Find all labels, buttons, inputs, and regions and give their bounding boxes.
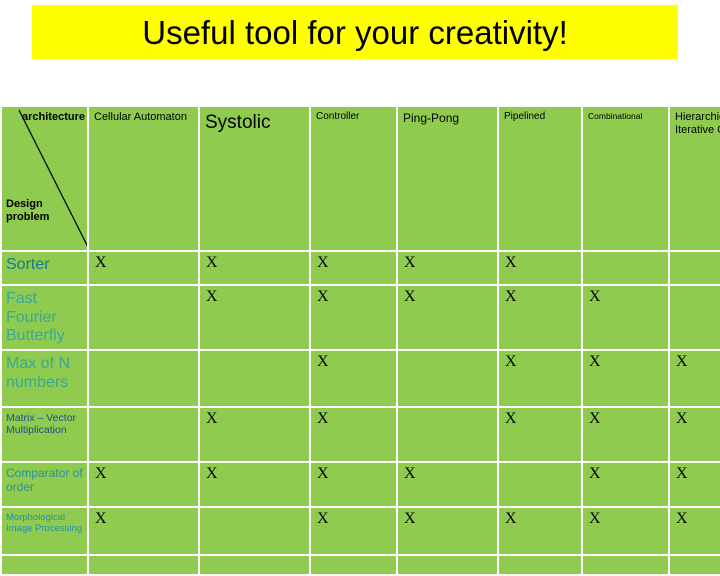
column-header-controller: Controller <box>311 107 396 250</box>
cell-partial-combinational <box>583 556 668 574</box>
cell-morphological-cellular-automaton: X <box>89 508 198 554</box>
cell-comparator-combinational: X <box>583 463 668 506</box>
cell-maxn-systolic <box>200 351 309 406</box>
cell-partial-hierarchical <box>670 556 720 574</box>
row-label-sorter: Sorter <box>2 252 87 284</box>
cell-maxn-controller: X <box>311 351 396 406</box>
cell-maxn-cellular-automaton <box>89 351 198 406</box>
cell-comparator-cellular-automaton: X <box>89 463 198 506</box>
table-row: Sorter X X X X X <box>2 252 720 284</box>
table-header-row: architecture Design problem Cellular Aut… <box>2 107 720 250</box>
table-row <box>2 556 720 574</box>
cell-maxn-combinational: X <box>583 351 668 406</box>
cell-fft-systolic: X <box>200 286 309 349</box>
cell-partial-cellular-automaton <box>89 556 198 574</box>
cell-partial-ping-pong <box>398 556 497 574</box>
cell-sorter-ping-pong: X <box>398 252 497 284</box>
column-header-hierarchical-iterative-circuit: Hierarchical Iterative Circuit <box>670 107 720 250</box>
cell-morphological-pipelined: X <box>499 508 581 554</box>
table-row: Comparator of order X X X X X X <box>2 463 720 506</box>
cell-partial-systolic <box>200 556 309 574</box>
cell-matrix-ping-pong <box>398 408 497 461</box>
table-row: Fast Fourier Butterfly X X X X X <box>2 286 720 349</box>
row-label-max-of-n-numbers: Max of N numbers <box>2 351 87 406</box>
column-header-systolic: Systolic <box>200 107 309 250</box>
table-row: Matrix – Vector Multiplication X X X X X <box>2 408 720 461</box>
cell-comparator-systolic: X <box>200 463 309 506</box>
cell-comparator-hierarchical: X <box>670 463 720 506</box>
cell-fft-pipelined: X <box>499 286 581 349</box>
column-header-pipelined: Pipelined <box>499 107 581 250</box>
column-header-combinational: Combinational <box>583 107 668 250</box>
cell-morphological-controller: X <box>311 508 396 554</box>
cell-matrix-hierarchical: X <box>670 408 720 461</box>
table-row: Morphological Image Processing X X X X X… <box>2 508 720 554</box>
cell-matrix-combinational: X <box>583 408 668 461</box>
cell-sorter-hierarchical <box>670 252 720 284</box>
cell-comparator-ping-pong: X <box>398 463 497 506</box>
cell-partial-controller <box>311 556 396 574</box>
column-header-cellular-automaton: Cellular Automaton <box>89 107 198 250</box>
row-label-fast-fourier-butterfly: Fast Fourier Butterfly <box>2 286 87 349</box>
cell-sorter-controller: X <box>311 252 396 284</box>
cell-fft-controller: X <box>311 286 396 349</box>
column-header-ping-pong: Ping-Pong <box>398 107 497 250</box>
cell-comparator-controller: X <box>311 463 396 506</box>
cell-matrix-cellular-automaton <box>89 408 198 461</box>
cell-matrix-pipelined: X <box>499 408 581 461</box>
cell-maxn-hierarchical: X <box>670 351 720 406</box>
matrix-corner-header: architecture Design problem <box>2 107 87 250</box>
row-label-comparator-of-order: Comparator of order <box>2 463 87 506</box>
row-label-partial <box>2 556 87 574</box>
cell-maxn-ping-pong <box>398 351 497 406</box>
cell-fft-combinational: X <box>583 286 668 349</box>
page-title: Useful tool for your creativity! <box>142 13 568 51</box>
row-label-matrix-vector-multiplication: Matrix – Vector Multiplication <box>2 408 87 461</box>
cell-morphological-systolic <box>200 508 309 554</box>
cell-partial-pipelined <box>499 556 581 574</box>
cell-sorter-combinational <box>583 252 668 284</box>
cell-sorter-systolic: X <box>200 252 309 284</box>
row-label-morphological-image-processing: Morphological Image Processing <box>2 508 87 554</box>
cell-morphological-combinational: X <box>583 508 668 554</box>
table-row: Max of N numbers X X X X <box>2 351 720 406</box>
cell-sorter-cellular-automaton: X <box>89 252 198 284</box>
diagonal-divider-icon <box>18 109 87 247</box>
design-architecture-matrix: architecture Design problem Cellular Aut… <box>0 105 720 576</box>
cell-fft-hierarchical <box>670 286 720 349</box>
cell-sorter-pipelined: X <box>499 252 581 284</box>
cell-morphological-ping-pong: X <box>398 508 497 554</box>
title-banner: Useful tool for your creativity! <box>32 5 678 59</box>
cell-fft-cellular-automaton <box>89 286 198 349</box>
cell-comparator-pipelined <box>499 463 581 506</box>
cell-maxn-pipelined: X <box>499 351 581 406</box>
cell-fft-ping-pong: X <box>398 286 497 349</box>
cell-matrix-systolic: X <box>200 408 309 461</box>
axis-label-design-problem: Design problem <box>6 197 50 224</box>
cell-morphological-hierarchical: X <box>670 508 720 554</box>
axis-label-architecture: architecture <box>22 111 85 123</box>
cell-matrix-controller: X <box>311 408 396 461</box>
